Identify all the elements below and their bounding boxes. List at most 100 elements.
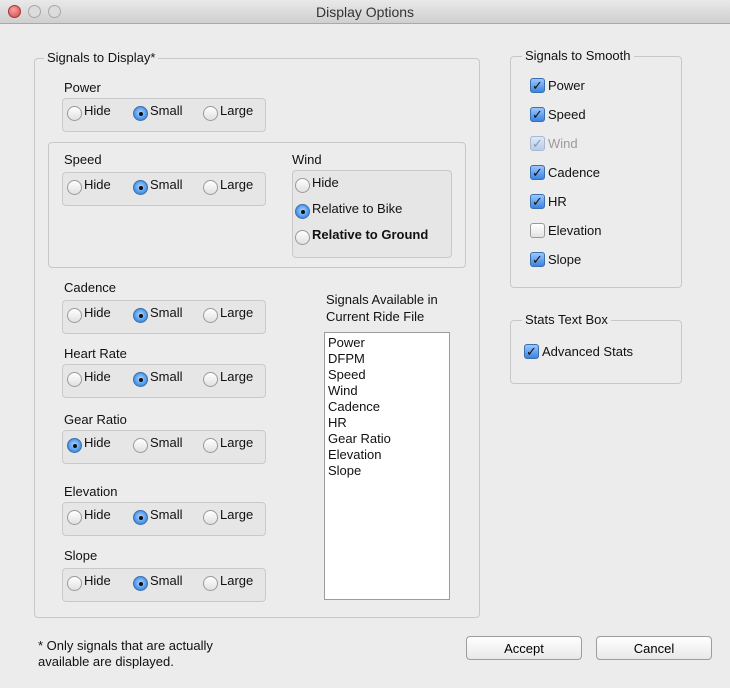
elevation-large-label: Large — [220, 507, 254, 522]
power-small-radio[interactable] — [133, 106, 148, 121]
wind-relative-ground-option[interactable]: Relative to Ground — [295, 227, 428, 245]
elevation-large-radio[interactable] — [203, 510, 218, 525]
elevation-small-radio[interactable] — [133, 510, 148, 525]
slope-radio-group: Hide Small Large — [62, 568, 266, 602]
slope-label: Slope — [64, 548, 98, 563]
smooth-hr-check-icon[interactable]: ✓ — [530, 194, 545, 209]
gear-ratio-hide-radio[interactable] — [67, 438, 82, 453]
speed-large-label: Large — [220, 177, 254, 192]
smooth-speed-check-icon[interactable]: ✓ — [530, 107, 545, 122]
cadence-radio-group: Hide Small Large — [62, 300, 266, 334]
wind-hide-radio[interactable] — [295, 178, 310, 193]
speed-large-option[interactable]: Large — [203, 177, 254, 195]
slope-small-radio[interactable] — [133, 576, 148, 591]
power-label: Power — [64, 80, 101, 95]
smooth-cadence-checkbox[interactable]: ✓ Cadence — [530, 165, 600, 180]
title-bar: Display Options — [0, 0, 730, 24]
speed-label: Speed — [64, 152, 102, 167]
advanced-stats-checkbox[interactable]: ✓ Advanced Stats — [524, 344, 633, 359]
advanced-stats-check-icon[interactable]: ✓ — [524, 344, 539, 359]
list-item[interactable]: Speed — [328, 367, 446, 383]
power-hide-option[interactable]: Hide — [67, 103, 111, 121]
speed-hide-radio[interactable] — [67, 180, 82, 195]
cadence-large-option[interactable]: Large — [203, 305, 253, 323]
elevation-hide-option[interactable]: Hide — [67, 507, 111, 525]
gear-ratio-large-radio[interactable] — [203, 438, 218, 453]
slope-large-radio[interactable] — [203, 576, 218, 591]
list-item[interactable]: Wind — [328, 383, 446, 399]
power-large-option[interactable]: Large — [203, 103, 253, 121]
slope-small-label: Small — [150, 573, 183, 588]
smooth-wind-checkbox: ✓ Wind — [530, 136, 578, 151]
smooth-hr-checkbox[interactable]: ✓ HR — [530, 194, 567, 209]
cancel-button[interactable]: Cancel — [596, 636, 712, 660]
signals-to-display-legend: Signals to Display* — [44, 50, 159, 65]
smooth-power-check-icon[interactable]: ✓ — [530, 78, 545, 93]
smooth-slope-checkbox[interactable]: ✓ Slope — [530, 252, 581, 267]
smooth-speed-checkbox[interactable]: ✓ Speed — [530, 107, 586, 122]
wind-hide-option[interactable]: Hide — [295, 175, 339, 193]
speed-large-radio[interactable] — [203, 180, 218, 195]
stats-text-box-legend: Stats Text Box — [522, 312, 611, 327]
list-item[interactable]: Gear Ratio — [328, 431, 446, 447]
power-large-radio[interactable] — [203, 106, 218, 121]
list-item[interactable]: HR — [328, 415, 446, 431]
cadence-hide-radio[interactable] — [67, 308, 82, 323]
heart-rate-small-radio[interactable] — [133, 372, 148, 387]
wind-relative-ground-radio[interactable] — [295, 230, 310, 245]
heart-rate-hide-radio[interactable] — [67, 372, 82, 387]
smooth-slope-check-icon[interactable]: ✓ — [530, 252, 545, 267]
gear-ratio-small-radio[interactable] — [133, 438, 148, 453]
heart-rate-small-option[interactable]: Small — [133, 369, 183, 387]
speed-small-radio[interactable] — [133, 180, 148, 195]
cadence-label: Cadence — [64, 280, 117, 295]
smooth-elevation-checkbox[interactable]: Elevation — [530, 223, 601, 238]
smooth-power-checkbox[interactable]: ✓ Power — [530, 78, 585, 93]
gear-ratio-small-option[interactable]: Small — [133, 435, 183, 453]
power-small-option[interactable]: Small — [133, 103, 183, 121]
heart-rate-large-option[interactable]: Large — [203, 369, 253, 387]
list-item[interactable]: Elevation — [328, 447, 446, 463]
gear-ratio-small-label: Small — [150, 435, 183, 450]
smooth-elevation-check-icon[interactable] — [530, 223, 545, 238]
cadence-small-radio[interactable] — [133, 308, 148, 323]
smooth-hr-label: HR — [548, 194, 567, 209]
list-item[interactable]: Slope — [328, 463, 446, 479]
list-item[interactable]: Cadence — [328, 399, 446, 415]
wind-radio-group: Hide Relative to Bike Relative to Ground — [292, 170, 452, 258]
slope-hide-label: Hide — [84, 573, 111, 588]
cadence-large-radio[interactable] — [203, 308, 218, 323]
heart-rate-label: Heart Rate — [64, 346, 127, 361]
heart-rate-hide-option[interactable]: Hide — [67, 369, 111, 387]
elevation-large-option[interactable]: Large — [203, 507, 254, 525]
elevation-hide-radio[interactable] — [67, 510, 82, 525]
gear-ratio-hide-option[interactable]: Hide — [67, 435, 111, 453]
wind-relative-bike-radio[interactable] — [295, 204, 310, 219]
slope-small-option[interactable]: Small — [133, 573, 183, 591]
smooth-elevation-label: Elevation — [548, 223, 602, 238]
slope-hide-radio[interactable] — [67, 576, 82, 591]
speed-small-option[interactable]: Small — [133, 177, 183, 195]
cadence-hide-option[interactable]: Hide — [67, 305, 111, 323]
gear-ratio-radio-group: Hide Small Large — [62, 430, 266, 464]
slope-hide-option[interactable]: Hide — [67, 573, 111, 591]
elevation-small-option[interactable]: Small — [133, 507, 183, 525]
speed-hide-option[interactable]: Hide — [67, 177, 111, 195]
heart-rate-small-label: Small — [150, 369, 183, 384]
accept-button[interactable]: Accept — [466, 636, 582, 660]
power-hide-radio[interactable] — [67, 106, 82, 121]
signals-available-list[interactable]: Power DFPM Speed Wind Cadence HR Gear Ratio Ele… — [324, 332, 450, 600]
slope-large-option[interactable]: Large — [203, 573, 253, 591]
smooth-cadence-check-icon[interactable]: ✓ — [530, 165, 545, 180]
heart-rate-hide-label: Hide — [84, 369, 111, 384]
footnote-line2: available are displayed. — [38, 654, 174, 669]
gear-ratio-large-option[interactable]: Large — [203, 435, 253, 453]
cadence-small-option[interactable]: Small — [133, 305, 183, 323]
wind-label: Wind — [292, 152, 322, 167]
list-item[interactable]: DFPM — [328, 351, 446, 367]
footnote-line1: * Only signals that are actually — [38, 638, 213, 653]
list-item[interactable]: Power — [328, 335, 446, 351]
wind-relative-bike-option[interactable]: Relative to Bike — [295, 201, 402, 219]
advanced-stats-label: Advanced Stats — [542, 344, 634, 359]
heart-rate-large-radio[interactable] — [203, 372, 218, 387]
